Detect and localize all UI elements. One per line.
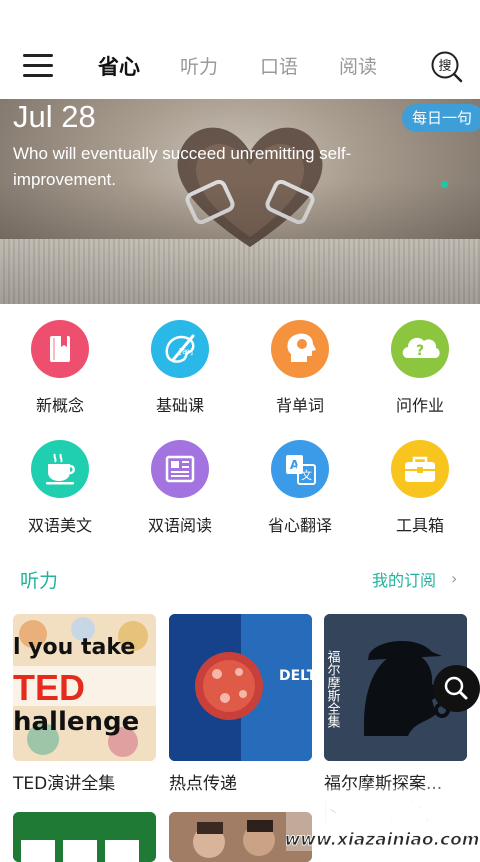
feature-label: 问作业 — [395, 396, 444, 415]
section-title-listening: 听力 — [20, 570, 59, 592]
cover-text: DELT VARI B.1.6 — [279, 668, 312, 684]
svg-text:?: ? — [416, 343, 424, 359]
card-hot-news-cover[interactable]: DELT VARI B.1.6 — [169, 614, 312, 761]
svg-text:文: 文 — [301, 468, 312, 482]
svg-text:l you take: l you take — [13, 635, 135, 660]
svg-text:[æ]: [æ] — [179, 347, 193, 356]
banner-date: Jul 28 — [13, 99, 96, 134]
search-label: 搜 — [438, 59, 451, 74]
feature-label: 双语阅读 — [147, 516, 212, 535]
card-title[interactable]: TED演讲全集 — [13, 769, 115, 794]
search-icon: 搜 — [431, 51, 463, 83]
watermark: 下载乌应用 www.xiazainiao.com — [284, 785, 480, 853]
daily-sentence-badge[interactable]: 每日一句 — [402, 104, 480, 132]
floating-search-button[interactable] — [433, 665, 480, 712]
cloud-question-icon: ? — [391, 320, 449, 378]
feature-label: 新概念 — [35, 396, 84, 415]
feature-homework[interactable]: ? 问作业 — [360, 305, 480, 415]
translate-icon: A文 — [271, 440, 329, 498]
feature-vocabulary[interactable]: 背单词 — [240, 305, 360, 415]
banner-quote: Who will eventually succeed unremitting … — [13, 144, 352, 189]
chevron-right-icon[interactable]: › — [451, 569, 457, 588]
my-subscriptions-link[interactable]: 我的订阅 — [372, 567, 436, 591]
feature-label: 基础课 — [155, 396, 204, 415]
watermark-url: www.xiazainiao.com — [286, 830, 479, 850]
hamburger-menu-icon[interactable] — [23, 54, 53, 78]
tab-listening[interactable]: 听力 — [180, 52, 218, 79]
feature-label: 背单词 — [275, 396, 324, 415]
toolbox-icon — [391, 440, 449, 498]
card-bbc-cover[interactable] — [13, 812, 156, 862]
cover-text: 福尔摩斯全集 — [325, 650, 341, 728]
ted-logo: TED — [13, 667, 85, 708]
search-button[interactable]: 搜 — [431, 51, 463, 83]
card-title[interactable]: 热点传递 — [169, 769, 237, 794]
tab-reading[interactable]: 阅读 — [339, 52, 377, 79]
book-bookmark-icon — [31, 320, 89, 378]
feature-new-concept[interactable]: 新概念 — [0, 305, 120, 415]
svg-text:hallenge: hallenge — [13, 707, 139, 737]
tab-shengxin[interactable]: 省心 — [98, 51, 140, 81]
coffee-cup-icon — [31, 440, 89, 498]
feature-label: 双语美文 — [27, 516, 92, 535]
card-ted-cover[interactable]: l you take TED hallenge — [13, 614, 156, 761]
watermark-cn: 下载乌应用 — [312, 795, 452, 828]
carousel-indicator-dot[interactable] — [441, 181, 448, 188]
feature-bilingual-reading[interactable]: 双语阅读 — [120, 425, 240, 535]
palette-brush-icon: [æ] — [151, 320, 209, 378]
top-navigation: 省心 听力 口语 阅读 搜 — [0, 0, 480, 100]
feature-label: 省心翻译 — [267, 516, 332, 535]
head-brain-icon — [271, 320, 329, 378]
newspaper-icon — [151, 440, 209, 498]
tab-speaking[interactable]: 口语 — [260, 52, 298, 79]
magnifier-icon — [444, 676, 468, 700]
feature-label: 工具箱 — [395, 516, 444, 535]
feature-basic-course[interactable]: [æ] 基础课 — [120, 305, 240, 415]
feature-translation[interactable]: A文 省心翻译 — [240, 425, 360, 535]
feature-toolbox[interactable]: 工具箱 — [360, 425, 480, 535]
feature-bilingual-essays[interactable]: 双语美文 — [0, 425, 120, 535]
